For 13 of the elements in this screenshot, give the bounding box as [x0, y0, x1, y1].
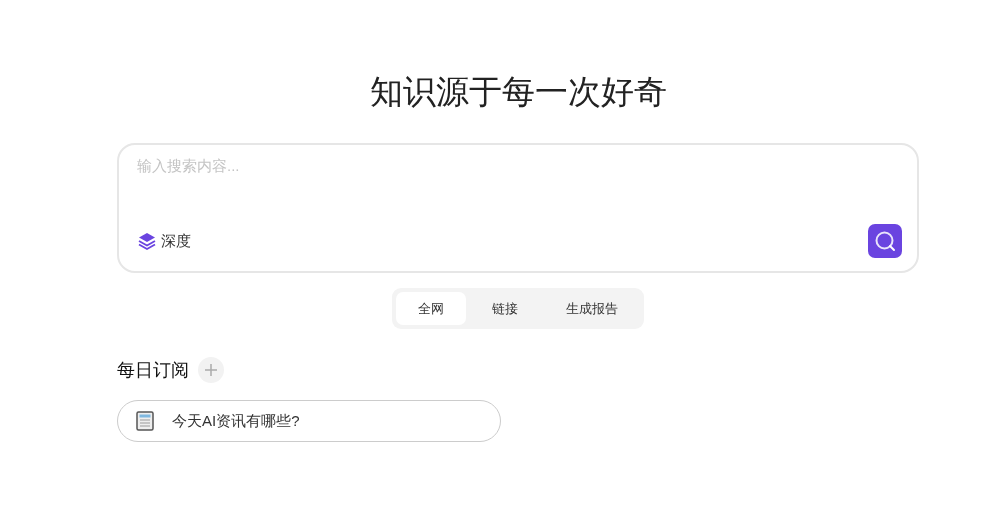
subscription-item[interactable]: 今天AI资讯有哪些?: [117, 400, 501, 442]
plus-icon: [204, 363, 218, 377]
source-tab[interactable]: 全网: [396, 292, 466, 325]
source-tab[interactable]: 生成报告: [544, 292, 640, 325]
depth-mode-button[interactable]: 深度: [137, 231, 191, 251]
layers-icon: [137, 231, 157, 251]
source-tab[interactable]: 链接: [470, 292, 540, 325]
search-field[interactable]: 输入搜索内容... 深度: [117, 143, 919, 273]
section-title: 每日订阅: [117, 359, 189, 382]
newspaper-icon: [136, 411, 154, 431]
page-heading: 知识源于每一次好奇: [369, 72, 667, 112]
search-button[interactable]: [868, 224, 902, 258]
search-icon: [874, 230, 896, 252]
